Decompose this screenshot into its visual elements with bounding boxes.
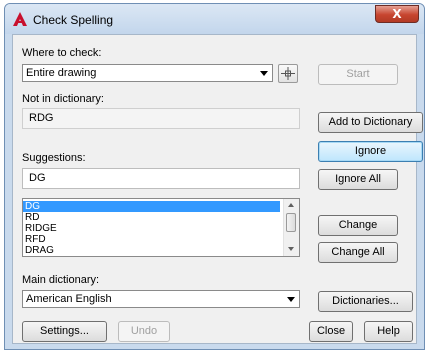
- list-item[interactable]: RD: [23, 212, 280, 223]
- chevron-down-icon: [260, 71, 268, 76]
- add-to-dictionary-button[interactable]: Add to Dictionary: [318, 112, 423, 133]
- suggestions-label: Suggestions:: [22, 152, 86, 164]
- check-spelling-dialog: Check Spelling X Where to check: Entire …: [4, 3, 425, 350]
- title-bar[interactable]: Check Spelling X: [5, 4, 424, 34]
- where-to-check-dropdown[interactable]: Entire drawing: [22, 64, 273, 82]
- main-dictionary-label: Main dictionary:: [22, 274, 100, 286]
- suggestion-input[interactable]: DG: [22, 168, 300, 189]
- scroll-thumb[interactable]: [286, 213, 296, 232]
- change-button[interactable]: Change: [318, 215, 398, 236]
- suggestion-value: DG: [29, 172, 46, 184]
- ignore-all-button[interactable]: Ignore All: [318, 169, 398, 190]
- not-in-dictionary-label: Not in dictionary:: [22, 93, 104, 105]
- scroll-up-icon[interactable]: [288, 203, 294, 207]
- crosshair-pick-icon: [281, 67, 295, 80]
- undo-button[interactable]: Undo: [118, 321, 170, 342]
- list-item[interactable]: RFD: [23, 234, 280, 245]
- settings-button[interactable]: Settings...: [22, 321, 107, 342]
- change-all-button[interactable]: Change All: [318, 242, 398, 263]
- chevron-down-icon: [287, 297, 295, 302]
- start-button[interactable]: Start: [318, 64, 398, 85]
- list-item[interactable]: RIDGE: [23, 223, 280, 234]
- dialog-body: Where to check: Entire drawing Start Not…: [12, 34, 423, 344]
- pick-objects-button[interactable]: [278, 64, 298, 83]
- dictionaries-button[interactable]: Dictionaries...: [318, 291, 413, 312]
- main-dictionary-dropdown[interactable]: American English: [22, 290, 300, 308]
- autocad-logo-icon: [13, 12, 27, 26]
- list-item[interactable]: DRAG: [23, 245, 280, 256]
- ignore-button[interactable]: Ignore: [318, 141, 423, 162]
- window-close-button[interactable]: X: [375, 5, 419, 23]
- not-in-dictionary-value: RDG: [29, 112, 54, 124]
- list-scrollbar[interactable]: [283, 199, 299, 256]
- suggestions-list[interactable]: DG RD RIDGE RFD DRAG: [22, 198, 300, 257]
- window-title: Check Spelling: [33, 13, 114, 27]
- main-dictionary-value: American English: [26, 293, 112, 305]
- help-button[interactable]: Help: [364, 321, 413, 342]
- close-icon: X: [392, 7, 402, 21]
- where-to-check-value: Entire drawing: [26, 67, 97, 79]
- close-button[interactable]: Close: [309, 321, 353, 342]
- not-in-dictionary-field: RDG: [22, 108, 300, 129]
- scroll-down-icon[interactable]: [288, 247, 294, 251]
- list-item[interactable]: DG: [23, 201, 280, 212]
- where-to-check-label: Where to check:: [22, 47, 102, 59]
